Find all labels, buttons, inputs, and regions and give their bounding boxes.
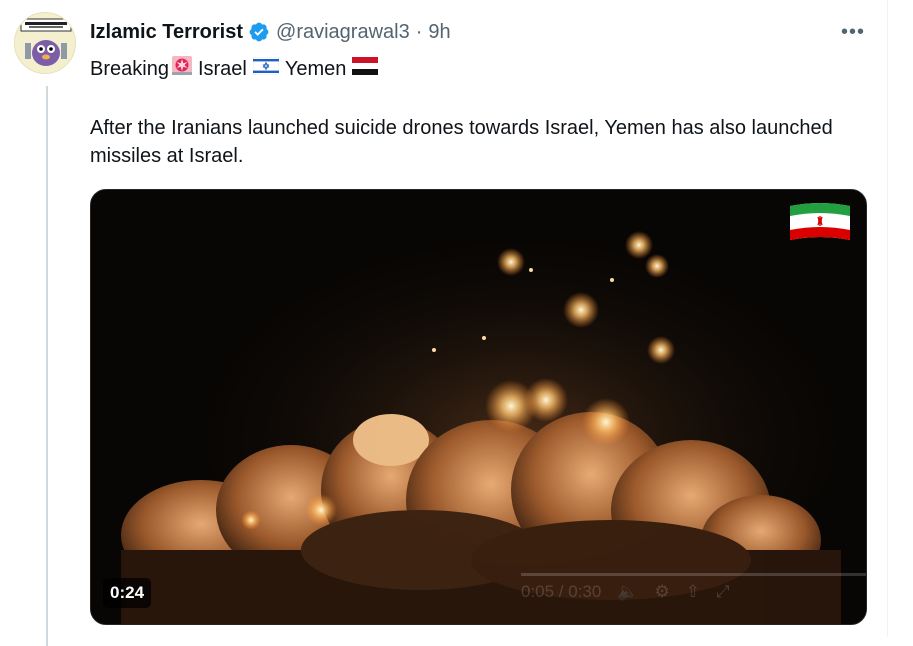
video-progress-ghost bbox=[521, 573, 866, 576]
column-divider bbox=[887, 0, 888, 637]
thread-connector-line bbox=[46, 86, 48, 646]
israel-flag-icon bbox=[252, 56, 280, 82]
settings-icon: ⚙ bbox=[654, 582, 670, 601]
verified-badge-icon bbox=[248, 21, 270, 43]
more-options-icon[interactable]: ••• bbox=[836, 18, 870, 46]
author-name[interactable]: Izlamic Terrorist bbox=[90, 21, 243, 44]
video-controls-ghost: 0:05 / 0:30 🔈 ⚙ ⇧ ⤢ bbox=[521, 578, 730, 606]
tweet-body: After the Iranians launched suicide dron… bbox=[90, 117, 833, 167]
breaking-text: Breaking bbox=[90, 57, 169, 80]
video-player[interactable]: 0:05 / 0:30 🔈 ⚙ ⇧ ⤢ 0:24 bbox=[90, 189, 867, 625]
avatar[interactable] bbox=[14, 12, 76, 74]
upload-icon: ⇧ bbox=[685, 582, 701, 601]
israel-text: Israel bbox=[197, 57, 247, 80]
avatar-image bbox=[15, 13, 75, 73]
yemen-flag-icon bbox=[352, 56, 379, 82]
iran-flag-icon bbox=[790, 203, 850, 240]
video-duration-badge: 0:24 bbox=[103, 578, 152, 608]
video-frame bbox=[91, 190, 866, 624]
tweet-header: Izlamic Terrorist @raviagrawal3 · 9h bbox=[90, 18, 451, 46]
yemen-text: Yemen bbox=[284, 57, 347, 80]
author-handle[interactable]: @raviagrawal3 bbox=[276, 21, 410, 44]
siren-emoji-icon bbox=[171, 54, 193, 83]
tweet-headline: Breaking Israel Yemen bbox=[90, 54, 379, 83]
tweet-timestamp[interactable]: 9h bbox=[428, 21, 450, 44]
fullscreen-icon: ⤢ bbox=[716, 582, 730, 601]
video-time-ghost: 0:05 / 0:30 bbox=[521, 582, 602, 601]
volume-icon: 🔈 bbox=[617, 582, 639, 601]
header-separator: · bbox=[415, 20, 423, 43]
